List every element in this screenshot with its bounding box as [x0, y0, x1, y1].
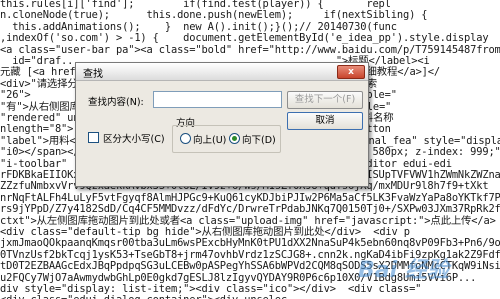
direction-up-label[interactable]: 向上(U)	[193, 132, 226, 146]
direction-down-radio[interactable]	[229, 133, 240, 144]
direction-up-radio[interactable]	[180, 133, 191, 144]
checkbox-box[interactable]	[88, 132, 99, 143]
close-button[interactable]: x	[337, 65, 365, 79]
direction-group: 向上(U) 向下(D)	[172, 125, 281, 153]
watermark-logo: Bai 经验	[358, 258, 449, 283]
direction-down-label[interactable]: 向下(D)	[242, 132, 276, 146]
radio-selected-dot	[232, 136, 237, 141]
cancel-button[interactable]: 取消	[287, 112, 363, 130]
code-line: <div class="edui-dialog-container"><div …	[0, 294, 305, 299]
find-next-button[interactable]: 查找下一个(F)	[287, 91, 363, 109]
find-what-input[interactable]	[153, 91, 282, 108]
dialog-title: 查找	[83, 69, 103, 80]
match-case-label: 区分大小写(C)	[103, 134, 165, 145]
find-dialog: 查找 x 查找内容(N): 查找下一个(F) 取消 区分大小写(C) 方向 向上…	[75, 62, 369, 187]
find-what-label: 查找内容(N):	[88, 97, 144, 108]
dialog-title-bar[interactable]: 查找 x	[76, 63, 368, 81]
